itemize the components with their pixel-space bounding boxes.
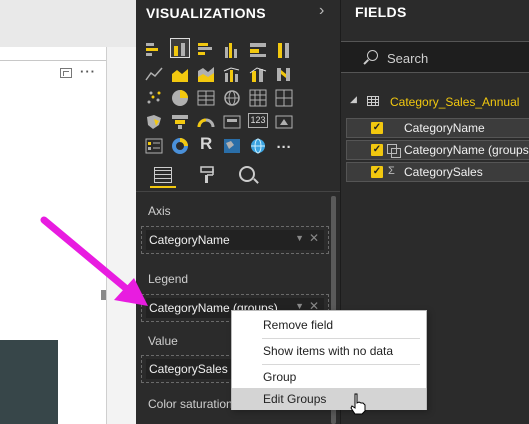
clustered-bar-chart-icon[interactable] bbox=[196, 39, 216, 59]
table-name: Category_Sales_Annual bbox=[390, 95, 520, 109]
focus-mode-icon[interactable] bbox=[60, 68, 72, 78]
report-canvas: ··· bbox=[0, 0, 136, 424]
field-label: CategoryName (groups) bbox=[404, 143, 529, 157]
value-field-name: CategorySales bbox=[149, 362, 228, 376]
table-icon bbox=[367, 96, 379, 106]
axis-well[interactable]: CategoryName ▼ ✕ bbox=[141, 226, 329, 254]
more-visuals-ellipsis: ··· bbox=[276, 139, 292, 156]
visualizations-header: VISUALIZATIONS › bbox=[136, 0, 340, 26]
globe-map-icon[interactable] bbox=[222, 87, 242, 107]
100-stacked-bar-chart-icon[interactable] bbox=[248, 39, 268, 59]
scatter-chart-icon[interactable] bbox=[144, 87, 164, 107]
menu-item-remove-field[interactable]: Remove field bbox=[232, 314, 426, 336]
checkbox-checked[interactable]: ✓ bbox=[371, 122, 383, 134]
fields-grid-icon bbox=[154, 167, 172, 183]
hand-pointer-icon bbox=[350, 393, 366, 415]
chevron-down-icon[interactable]: ▼ bbox=[295, 233, 304, 243]
menu-item-group[interactable]: Group bbox=[232, 366, 426, 388]
search-input[interactable]: Search bbox=[387, 51, 428, 66]
axis-field-name: CategoryName bbox=[149, 233, 230, 247]
annotation-arrow-icon bbox=[40, 216, 148, 306]
tab-fields[interactable] bbox=[150, 164, 176, 188]
tab-analytics[interactable] bbox=[234, 164, 260, 188]
menu-item-edit-groups[interactable]: Edit Groups bbox=[232, 388, 426, 410]
visualizations-title: VISUALIZATIONS bbox=[146, 5, 266, 21]
r-script-visual-icon[interactable]: R bbox=[196, 134, 216, 155]
100-stacked-column-chart-icon[interactable] bbox=[274, 39, 294, 59]
line-clustered-column-icon[interactable] bbox=[222, 63, 242, 83]
fields-title: FIELDS bbox=[355, 4, 407, 20]
r-letter: R bbox=[200, 134, 213, 153]
close-icon[interactable]: ✕ bbox=[309, 231, 319, 245]
line-chart-icon[interactable] bbox=[144, 63, 164, 83]
stacked-column-chart-icon[interactable] bbox=[170, 38, 190, 58]
funnel-chart-icon[interactable] bbox=[170, 111, 190, 131]
clustered-column-chart-icon[interactable] bbox=[222, 39, 242, 59]
more-visuals-icon[interactable]: ··· bbox=[274, 135, 294, 155]
tab-format[interactable] bbox=[194, 164, 220, 188]
gauge-chart-icon[interactable] bbox=[196, 111, 216, 131]
group-icon bbox=[387, 144, 401, 158]
arcgis-map-icon[interactable] bbox=[222, 135, 242, 155]
chevron-right-icon[interactable]: › bbox=[319, 2, 324, 20]
menu-item-show-items-no-data[interactable]: Show items with no data bbox=[232, 340, 426, 362]
table-visual-icon[interactable] bbox=[196, 87, 216, 107]
sigma-icon: Σ bbox=[388, 165, 395, 177]
line-stacked-column-icon[interactable] bbox=[248, 63, 268, 83]
stacked-bar-chart-icon[interactable] bbox=[144, 39, 164, 59]
expand-triangle-icon[interactable]: ◢ bbox=[350, 94, 357, 105]
menu-separator bbox=[262, 338, 420, 339]
field-context-menu: Remove field Show items with no data Gro… bbox=[231, 310, 427, 410]
grid-visual-icon[interactable] bbox=[274, 87, 294, 107]
checkbox-checked[interactable]: ✓ bbox=[371, 144, 383, 156]
color-saturation-label: Color saturation bbox=[148, 397, 233, 411]
menu-separator bbox=[262, 364, 420, 365]
ribbon-chart-icon[interactable] bbox=[274, 63, 294, 83]
field-item-categoryname[interactable]: ✓ CategoryName bbox=[346, 118, 529, 138]
field-item-categoryname-groups[interactable]: ✓ CategoryName (groups) bbox=[346, 140, 529, 160]
area-chart-icon[interactable] bbox=[170, 63, 190, 83]
filled-map-icon[interactable] bbox=[144, 111, 164, 131]
checkbox-checked[interactable]: ✓ bbox=[371, 166, 383, 178]
field-label: CategorySales bbox=[404, 165, 483, 179]
field-table-row[interactable]: ◢ Category_Sales_Annual bbox=[341, 94, 529, 112]
shape-map-icon[interactable] bbox=[248, 135, 268, 155]
field-item-categorysales[interactable]: ✓ Σ CategorySales bbox=[346, 162, 529, 182]
card-visual-icon[interactable] bbox=[222, 111, 242, 131]
pie-chart-icon[interactable] bbox=[170, 87, 190, 107]
donut-chart-icon[interactable] bbox=[170, 135, 190, 155]
visualizations-tabs bbox=[136, 158, 340, 192]
axis-field-pill[interactable]: CategoryName ▼ ✕ bbox=[146, 230, 324, 250]
canvas-top-strip bbox=[0, 0, 136, 47]
value-well-label: Value bbox=[148, 334, 178, 348]
more-options-icon[interactable]: ··· bbox=[80, 64, 96, 79]
field-label: CategoryName bbox=[404, 121, 485, 135]
fields-search-box[interactable]: Search bbox=[341, 41, 529, 73]
matrix-visual-icon[interactable] bbox=[248, 87, 268, 107]
kpi-visual-icon[interactable] bbox=[274, 111, 294, 131]
chart-bar[interactable] bbox=[0, 340, 58, 424]
slicer-icon[interactable] bbox=[144, 135, 164, 155]
kpi-badge-text: 123 bbox=[248, 113, 268, 128]
magnifier-analytics-icon bbox=[239, 166, 255, 182]
stacked-area-chart-icon[interactable] bbox=[196, 63, 216, 83]
search-icon bbox=[367, 50, 378, 61]
paint-roller-icon bbox=[200, 166, 214, 183]
multi-row-card-icon[interactable]: 123 bbox=[248, 111, 268, 131]
